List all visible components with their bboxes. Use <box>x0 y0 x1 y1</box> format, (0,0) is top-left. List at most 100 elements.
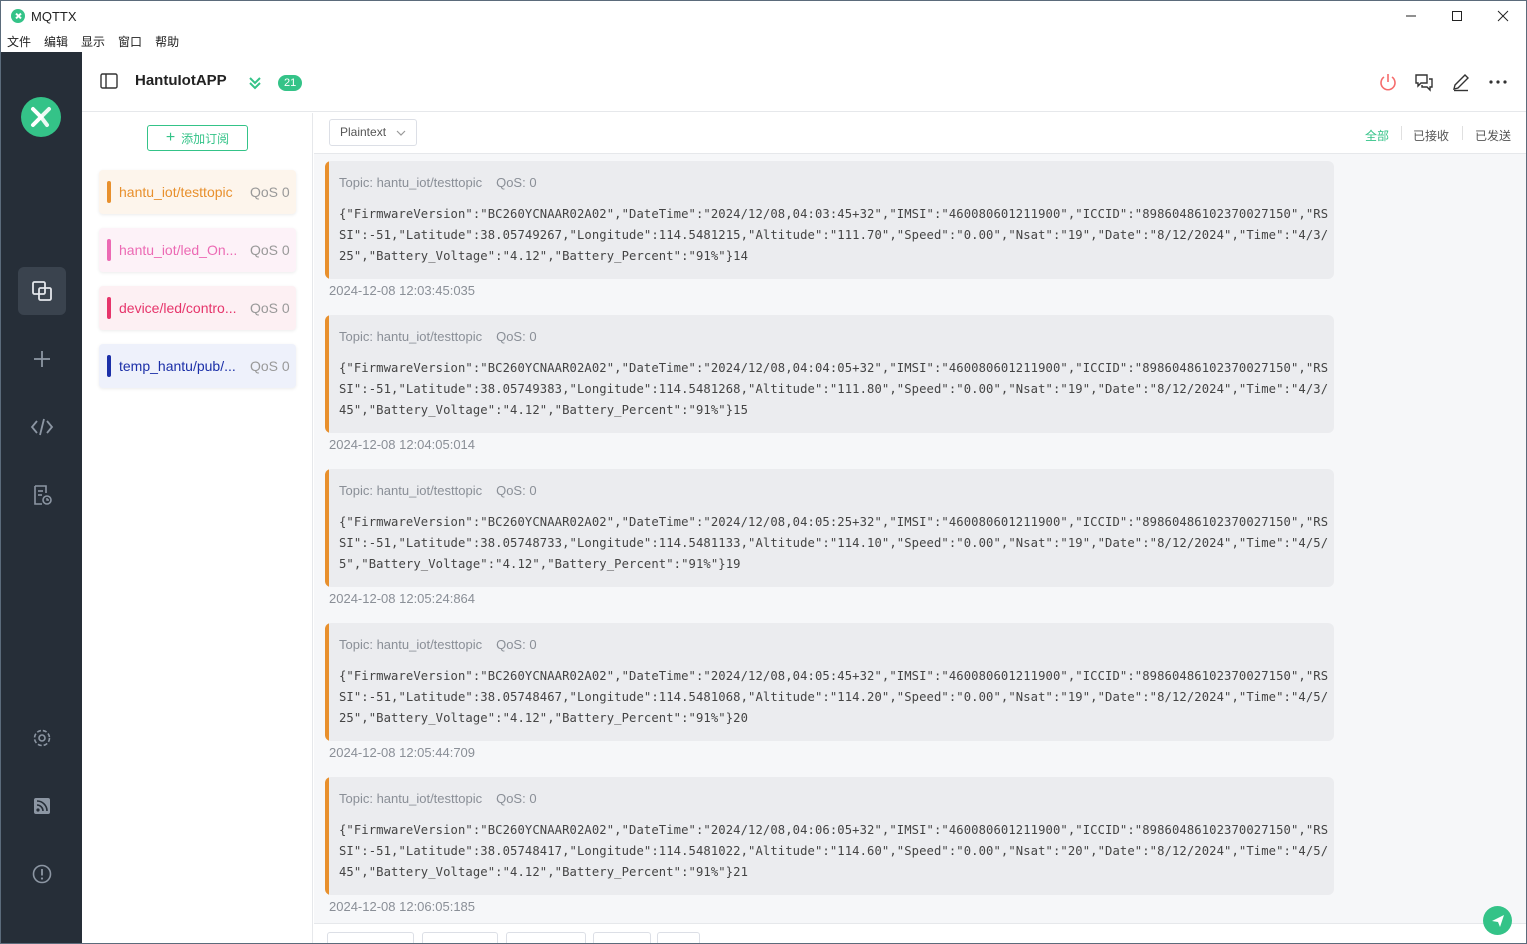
filter-received-tab[interactable]: 已接收 <box>1413 127 1449 144</box>
message-qos: QoS: 0 <box>496 175 537 190</box>
subscription-qos: QoS 0 <box>250 184 290 200</box>
nav-connections[interactable] <box>18 267 66 315</box>
new-window-button[interactable] <box>1414 72 1434 97</box>
more-icon <box>1489 80 1507 84</box>
messages-area: Plaintext 全部 已接收 已发送 Topic: hantu_iot/te… <box>314 113 1526 943</box>
send-button[interactable] <box>1483 906 1512 935</box>
message-accent-bar <box>325 161 329 279</box>
subscription-color-bar <box>107 181 111 203</box>
close-icon <box>1497 10 1509 22</box>
message-payload: {"FirmwareVersion":"BC260YCNAAR02A02","D… <box>339 207 1329 263</box>
message-topic: Topic: hantu_iot/testtopic <box>339 175 483 190</box>
subscription-item[interactable]: hantu_iot/led_On... QoS 0 <box>99 228 296 272</box>
subscription-color-bar <box>107 355 111 377</box>
subscription-qos: QoS 0 <box>250 242 290 258</box>
message-meta: Topic: hantu_iot/testtopic QoS: 0 <box>339 791 537 806</box>
message-card[interactable]: Topic: hantu_iot/testtopic QoS: 0 {"Firmw… <box>325 315 1334 433</box>
maximize-icon <box>1452 11 1462 21</box>
message-timestamp: 2024-12-08 12:06:05:185 <box>329 899 476 914</box>
subscription-qos: QoS 0 <box>250 300 290 316</box>
message-meta: Topic: hantu_iot/testtopic QoS: 0 <box>339 329 537 344</box>
menu-edit[interactable]: 编辑 <box>44 33 68 50</box>
window-controls <box>1388 1 1526 31</box>
nav-script[interactable] <box>18 403 66 451</box>
connection-name: HantuIotAPP <box>135 72 227 89</box>
nav-new-connection[interactable] <box>18 335 66 383</box>
connections-icon <box>32 281 52 301</box>
message-payload: {"FirmwareVersion":"BC260YCNAAR02A02","D… <box>339 361 1329 417</box>
plus-icon: + <box>165 129 176 146</box>
subscription-item[interactable]: temp_hantu/pub/... QoS 0 <box>99 344 296 388</box>
message-meta: Topic: hantu_iot/testtopic QoS: 0 <box>339 483 537 498</box>
message-card[interactable]: Topic: hantu_iot/testtopic QoS: 0 {"Firmw… <box>325 777 1334 895</box>
subscription-topic: hantu_iot/testtopic <box>119 184 233 200</box>
publish-bar <box>314 923 1526 943</box>
subscription-topic: temp_hantu/pub/... <box>119 358 236 374</box>
log-icon <box>34 485 52 505</box>
mqttx-brand-logo <box>21 97 61 137</box>
payload-format-value: Plaintext <box>340 125 387 139</box>
nav-log[interactable] <box>18 471 66 519</box>
left-nav <box>1 52 82 943</box>
message-timestamp: 2024-12-08 12:05:24:864 <box>329 591 476 606</box>
nav-feed[interactable] <box>18 782 66 830</box>
nav-about[interactable] <box>18 850 66 898</box>
nav-settings[interactable] <box>18 714 66 762</box>
message-timestamp: 2024-12-08 12:03:45:035 <box>329 283 476 298</box>
add-subscription-button[interactable]: + 添加订阅 <box>147 125 248 151</box>
filter-divider <box>1401 126 1402 140</box>
menu-view[interactable]: 显示 <box>81 33 105 50</box>
publish-meta-button[interactable] <box>593 932 651 943</box>
rss-icon <box>34 798 50 814</box>
more-options-button[interactable] <box>1488 72 1508 97</box>
message-timestamp: 2024-12-08 12:04:05:014 <box>329 437 476 452</box>
message-qos: QoS: 0 <box>496 329 537 344</box>
menu-help[interactable]: 帮助 <box>155 33 179 50</box>
filter-divider <box>1462 126 1463 140</box>
toggle-sidebar-button[interactable] <box>100 73 118 94</box>
window-title: MQTTX <box>31 8 77 24</box>
publish-extra-button[interactable] <box>657 932 700 943</box>
message-meta: Topic: hantu_iot/testtopic QoS: 0 <box>339 175 537 190</box>
message-count-badge: 21 <box>278 75 303 91</box>
minimize-button[interactable] <box>1388 1 1434 31</box>
filter-sent-tab[interactable]: 已发送 <box>1475 127 1511 144</box>
gear-icon <box>33 729 51 747</box>
message-topic: Topic: hantu_iot/testtopic <box>339 791 483 806</box>
minimize-icon <box>1406 15 1416 17</box>
edit-icon <box>1453 74 1469 92</box>
message-card[interactable]: Topic: hantu_iot/testtopic QoS: 0 {"Firmw… <box>325 469 1334 587</box>
message-topic: Topic: hantu_iot/testtopic <box>339 329 483 344</box>
title-bar: MQTTX <box>1 1 1526 31</box>
chat-windows-icon <box>1415 74 1433 92</box>
message-qos: QoS: 0 <box>496 637 537 652</box>
message-topic: Topic: hantu_iot/testtopic <box>339 483 483 498</box>
publish-retain-toggle[interactable] <box>506 932 586 943</box>
subscription-qos: QoS 0 <box>250 358 290 374</box>
disconnect-button[interactable] <box>1378 72 1398 97</box>
publish-qos-select[interactable] <box>422 932 498 943</box>
subscription-item[interactable]: hantu_iot/testtopic QoS 0 <box>99 170 296 214</box>
app-window: MQTTX 文件 编辑 显示 窗口 帮助 HantuIotAPP 21 + 添加… <box>0 0 1527 944</box>
publish-format-select[interactable] <box>327 932 414 943</box>
subscription-item[interactable]: device/led/contro... QoS 0 <box>99 286 296 330</box>
message-accent-bar <box>325 469 329 587</box>
filter-all-tab[interactable]: 全部 <box>1365 127 1389 144</box>
payload-format-select[interactable]: Plaintext <box>329 119 417 146</box>
edit-connection-button[interactable] <box>1451 72 1471 97</box>
maximize-button[interactable] <box>1434 1 1480 31</box>
message-accent-bar <box>325 777 329 895</box>
menu-bar: 文件 编辑 显示 窗口 帮助 <box>1 31 1526 52</box>
menu-window[interactable]: 窗口 <box>118 33 142 50</box>
message-card[interactable]: Topic: hantu_iot/testtopic QoS: 0 {"Firmw… <box>325 161 1334 279</box>
chevron-down-icon <box>396 130 406 136</box>
power-icon <box>1380 74 1396 91</box>
subscription-color-bar <box>107 297 111 319</box>
message-qos: QoS: 0 <box>496 483 537 498</box>
message-card[interactable]: Topic: hantu_iot/testtopic QoS: 0 {"Firmw… <box>325 623 1334 741</box>
menu-file[interactable]: 文件 <box>7 33 31 50</box>
message-meta: Topic: hantu_iot/testtopic QoS: 0 <box>339 637 537 652</box>
collapse-button[interactable] <box>248 75 262 96</box>
plus-icon <box>34 351 50 367</box>
close-button[interactable] <box>1480 1 1526 31</box>
